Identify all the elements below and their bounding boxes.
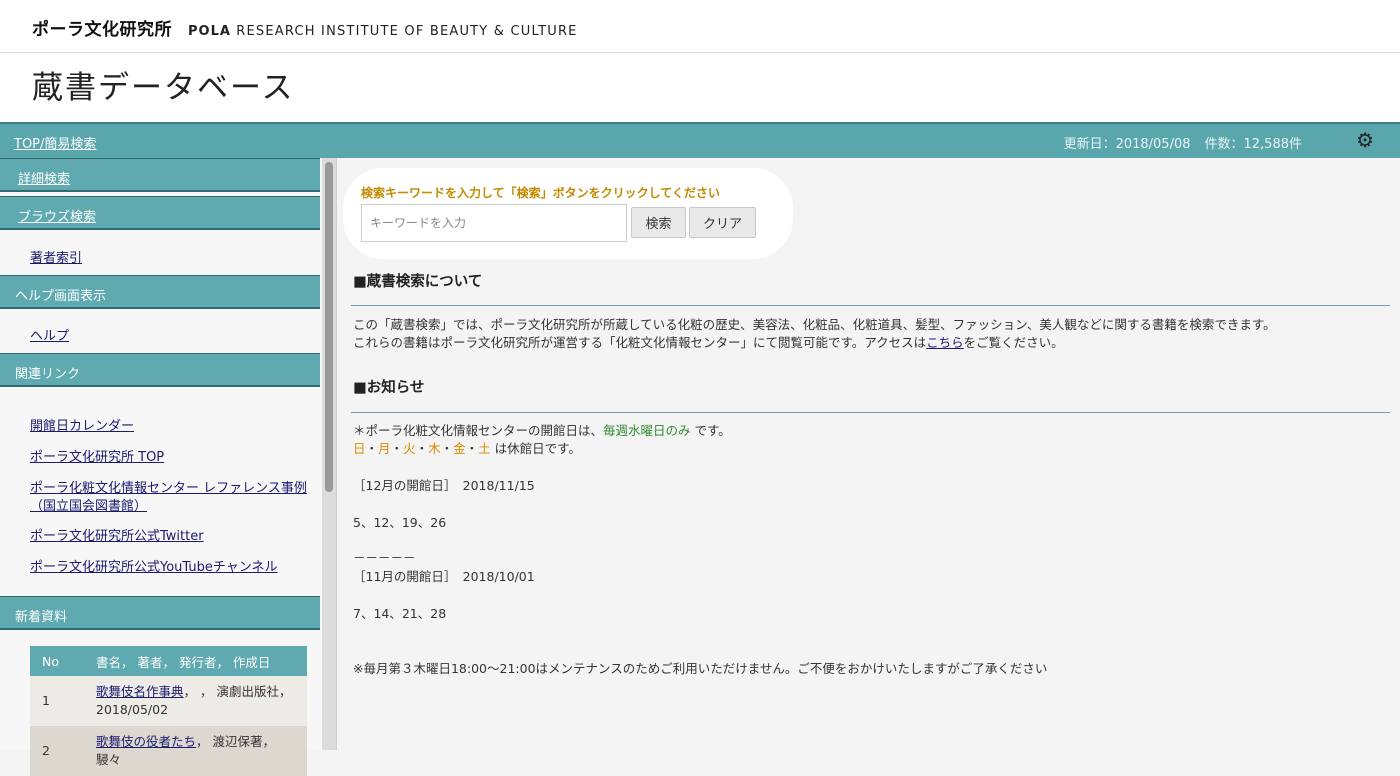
about-text-2-pre: これらの書籍はポーラ文化研究所が運営する「化粧文化情報センター」にて閲覧可能です…	[353, 335, 927, 350]
row-no: 2	[30, 726, 84, 776]
calendar-link[interactable]: 開館日カレンダー	[30, 415, 134, 434]
access-link[interactable]: こちら	[926, 335, 964, 350]
new-section-title: 新着資料	[15, 610, 68, 625]
clear-button[interactable]: クリア	[689, 207, 756, 238]
browse-search-link[interactable]: ブラウズ検索	[18, 206, 96, 225]
nov-open-days: 7、14、21、28	[353, 606, 447, 621]
dec-open-label: ［12月の開館日］ 2018/11/15	[353, 478, 535, 493]
closed-sep: ・	[440, 441, 454, 456]
sidebar-section-links: 関連リンク	[0, 353, 320, 387]
about-text-2-post: をご覧ください。	[963, 335, 1064, 350]
nov-open-label: ［11月の開館日］ 2018/10/01	[353, 569, 535, 584]
closed-day-tue: 火	[403, 441, 416, 456]
open-day-highlight: 毎週水曜日のみ	[603, 423, 691, 438]
brand-name-en-bold: POLA	[188, 24, 231, 39]
row-info: 歌舞伎名作事典， ， 演劇出版社， 2018/05/02	[84, 676, 307, 726]
about-text-1: この「蔵書検索」では、ポーラ文化研究所が所蔵している化粧の歴史、美容法、化粧品、…	[353, 317, 1276, 332]
closed-day-sat: 土	[478, 441, 491, 456]
news-section-title: ■お知らせ	[353, 380, 425, 396]
brand-logo[interactable]: ポーラ文化研究所 POLA RESEARCH INSTITUTE OF BEAU…	[32, 15, 578, 40]
brand-name-jp: ポーラ文化研究所	[32, 20, 172, 40]
closed-sep: ・	[390, 441, 404, 456]
row-no: 1	[30, 676, 84, 726]
top-simple-search-link[interactable]: TOP/簡易検索	[14, 133, 96, 152]
closed-day-mon: 月	[378, 441, 391, 456]
links-section-title: 関連リンク	[15, 367, 81, 382]
content-divider	[336, 158, 337, 750]
sidebar-item-detail-search[interactable]: 詳細検索	[0, 158, 320, 192]
closed-day-post: は休館日です。	[490, 441, 581, 456]
site-header: ポーラ文化研究所 POLA RESEARCH INSTITUTE OF BEAU…	[0, 0, 1400, 122]
table-row: 1 歌舞伎名作事典， ， 演劇出版社， 2018/05/02	[30, 676, 307, 726]
news-section-rule	[351, 412, 1390, 413]
open-day-notice: ＊ポーラ化粧文化情報センターの開館日は、毎週水曜日のみ です。	[353, 420, 731, 439]
search-input[interactable]	[361, 204, 627, 242]
open-day-post: です。	[690, 423, 731, 438]
closed-day-sun: 日	[353, 441, 366, 456]
sidebar-section-help: ヘルプ画面表示	[0, 275, 320, 309]
about-text-2: これらの書籍はポーラ文化研究所が運営する「化粧文化情報センター」にて閲覧可能です…	[353, 332, 1064, 351]
book-title-link[interactable]: 歌舞伎名作事典	[96, 684, 184, 699]
pola-top-link[interactable]: ポーラ文化研究所 TOP	[30, 446, 164, 465]
youtube-link[interactable]: ポーラ文化研究所公式YouTubeチャンネル	[30, 556, 277, 575]
closed-day-thu: 木	[428, 441, 441, 456]
search-button[interactable]: 検索	[631, 207, 686, 238]
reference-case-link[interactable]: ポーラ化粧文化情報センター レファレンス事例	[30, 477, 307, 496]
sidebar-scrollbar[interactable]	[322, 158, 336, 750]
reference-case-link-cont[interactable]: （国立国会図書館）	[30, 495, 147, 514]
closed-sep: ・	[465, 441, 479, 456]
dec-open-days: 5、12、19、26	[353, 515, 447, 530]
about-section-rule	[351, 305, 1390, 306]
page-title: 蔵書データベース	[32, 70, 295, 106]
closed-sep: ・	[415, 441, 429, 456]
gear-icon[interactable]: ⚙	[1356, 130, 1374, 150]
table-row: 2 歌舞伎の役者たち， 渡辺保著， 駸々	[30, 726, 307, 776]
record-count: 件数：12,588件	[1204, 137, 1303, 152]
scrollbar-thumb[interactable]	[325, 162, 333, 492]
brand-name-en-rest: RESEARCH INSTITUTE OF BEAUTY & CULTURE	[236, 24, 578, 39]
detail-search-link[interactable]: 詳細検索	[18, 168, 70, 187]
author-index-link[interactable]: 著者索引	[30, 247, 82, 266]
col-no: No	[30, 646, 84, 676]
book-title-link[interactable]: 歌舞伎の役者たち	[96, 734, 196, 749]
sidebar-section-new: 新着資料	[0, 596, 320, 630]
update-date: 更新日：2018/05/08	[1063, 137, 1191, 152]
about-section-title: ■蔵書検索について	[353, 274, 483, 290]
help-link[interactable]: ヘルプ	[30, 325, 69, 344]
top-navbar: TOP/簡易検索 更新日：2018/05/08 件数：12,588件 ⚙	[0, 122, 1400, 158]
closed-day-fri: 金	[453, 441, 466, 456]
col-title: 書名， 著者， 発行者， 作成日	[84, 646, 307, 676]
help-section-title: ヘルプ画面表示	[15, 289, 107, 304]
search-instruction: 検索キーワードを入力して「検索」ボタンをクリックしてください	[361, 186, 720, 200]
maintenance-notice: ※毎月第３木曜日18:00〜21:00はメンテナンスのためご利用いただけません。…	[353, 661, 1048, 676]
header-divider	[0, 52, 1400, 53]
book-meta: ， ， 演劇出版社，	[183, 684, 292, 699]
brand-name-en: POLA RESEARCH INSTITUTE OF BEAUTY & CULT…	[188, 24, 578, 39]
twitter-link[interactable]: ポーラ文化研究所公式Twitter	[30, 525, 204, 544]
table-header-row: No 書名， 著者， 発行者， 作成日	[30, 646, 307, 676]
open-day-pre: ＊ポーラ化粧文化情報センターの開館日は、	[353, 423, 604, 438]
db-info: 更新日：2018/05/08 件数：12,588件	[1064, 133, 1302, 152]
sidebar-item-browse-search[interactable]: ブラウズ検索	[0, 196, 320, 230]
news-divider: －－－－－	[353, 550, 416, 565]
closed-sep: ・	[365, 441, 379, 456]
row-info: 歌舞伎の役者たち， 渡辺保著， 駸々	[84, 726, 307, 776]
new-items-table: No 書名， 著者， 発行者， 作成日 1 歌舞伎名作事典， ， 演劇出版社， 2…	[30, 646, 307, 776]
closed-day-notice: 日・月・火・木・金・土 は休館日です。	[353, 438, 581, 457]
book-date: 2018/05/02	[96, 702, 169, 717]
